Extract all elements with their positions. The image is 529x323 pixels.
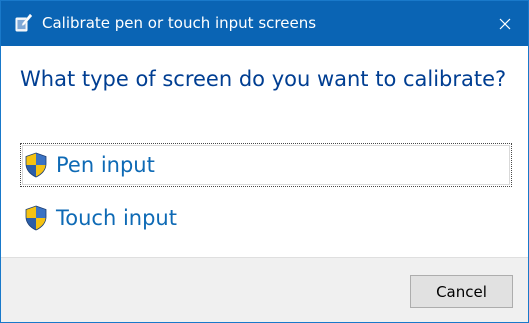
uac-shield-icon (24, 205, 48, 231)
dialog-footer: Cancel (1, 257, 528, 322)
uac-shield-icon (24, 152, 48, 178)
touch-input-option[interactable]: Touch input (20, 196, 320, 240)
tablet-pen-icon (13, 13, 33, 33)
title-bar[interactable]: Calibrate pen or touch input screens (1, 1, 528, 46)
close-icon (499, 18, 511, 30)
touch-input-label: Touch input (56, 206, 177, 230)
window-title: Calibrate pen or touch input screens (42, 14, 317, 32)
calibration-dialog: Calibrate pen or touch input screens Wha… (0, 0, 529, 323)
pen-input-label: Pen input (56, 153, 155, 177)
page-heading: What type of screen do you want to calib… (20, 67, 507, 91)
pen-input-option[interactable]: Pen input (20, 143, 512, 187)
close-button[interactable] (482, 1, 528, 46)
cancel-button[interactable]: Cancel (410, 275, 513, 308)
